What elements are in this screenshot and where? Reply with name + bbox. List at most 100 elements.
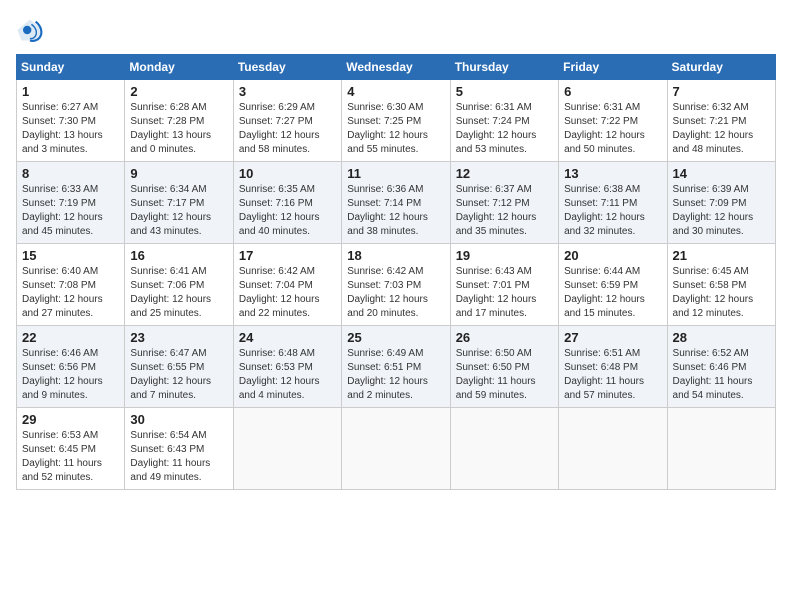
day-number: 12 [456, 166, 553, 181]
day-number: 16 [130, 248, 227, 263]
day-info: Sunrise: 6:54 AMSunset: 6:43 PMDaylight:… [130, 429, 227, 485]
day-number: 17 [239, 248, 336, 263]
calendar-week-row: 15 Sunrise: 6:40 AMSunset: 7:08 PMDayligh… [17, 244, 776, 326]
day-info: Sunrise: 6:43 AMSunset: 7:01 PMDaylight:… [456, 265, 553, 321]
day-info: Sunrise: 6:38 AMSunset: 7:11 PMDaylight:… [564, 183, 661, 239]
day-number: 27 [564, 330, 661, 345]
day-number: 8 [22, 166, 119, 181]
day-number: 11 [347, 166, 444, 181]
calendar-cell: 27 Sunrise: 6:51 AMSunset: 6:48 PMDayligh… [559, 326, 667, 408]
day-number: 14 [673, 166, 770, 181]
calendar-cell: 18 Sunrise: 6:42 AMSunset: 7:03 PMDayligh… [342, 244, 450, 326]
calendar-cell: 28Sunrise: 6:52 AMSunset: 6:46 PMDayligh… [667, 326, 775, 408]
day-number: 6 [564, 84, 661, 99]
calendar-cell: 23Sunrise: 6:47 AMSunset: 6:55 PMDayligh… [125, 326, 233, 408]
calendar-cell: 8 Sunrise: 6:33 AMSunset: 7:19 PMDaylight… [17, 162, 125, 244]
day-number: 1 [22, 84, 119, 99]
calendar-cell: 24 Sunrise: 6:48 AMSunset: 6:53 PMDayligh… [233, 326, 341, 408]
day-info: Sunrise: 6:31 AMSunset: 7:24 PMDaylight:… [456, 101, 553, 157]
day-info: Sunrise: 6:42 AMSunset: 7:03 PMDaylight:… [347, 265, 444, 321]
day-info: Sunrise: 6:33 AMSunset: 7:19 PMDaylight:… [22, 183, 119, 239]
calendar-cell: 10Sunrise: 6:35 AMSunset: 7:16 PMDayligh… [233, 162, 341, 244]
day-number: 13 [564, 166, 661, 181]
calendar-cell: 26 Sunrise: 6:50 AMSunset: 6:50 PMDayligh… [450, 326, 558, 408]
calendar-cell: 6 Sunrise: 6:31 AMSunset: 7:22 PMDaylight… [559, 80, 667, 162]
day-info: Sunrise: 6:50 AMSunset: 6:50 PMDaylight:… [456, 347, 553, 403]
day-number: 7 [673, 84, 770, 99]
day-info: Sunrise: 6:48 AMSunset: 6:53 PMDaylight:… [239, 347, 336, 403]
day-number: 15 [22, 248, 119, 263]
calendar-cell: 11 Sunrise: 6:36 AMSunset: 7:14 PMDayligh… [342, 162, 450, 244]
calendar-cell [559, 408, 667, 490]
day-info: Sunrise: 6:29 AMSunset: 7:27 PMDaylight:… [239, 101, 336, 157]
day-info: Sunrise: 6:40 AMSunset: 7:08 PMDaylight:… [22, 265, 119, 321]
calendar-cell [342, 408, 450, 490]
day-number: 20 [564, 248, 661, 263]
calendar-week-row: 22 Sunrise: 6:46 AMSunset: 6:56 PMDayligh… [17, 326, 776, 408]
calendar-cell: 19 Sunrise: 6:43 AMSunset: 7:01 PMDayligh… [450, 244, 558, 326]
day-number: 3 [239, 84, 336, 99]
column-header-saturday: Saturday [667, 55, 775, 80]
calendar-week-row: 1 Sunrise: 6:27 AMSunset: 7:30 PMDaylight… [17, 80, 776, 162]
day-number: 10 [239, 166, 336, 181]
calendar-cell: 12 Sunrise: 6:37 AMSunset: 7:12 PMDayligh… [450, 162, 558, 244]
column-header-monday: Monday [125, 55, 233, 80]
column-header-tuesday: Tuesday [233, 55, 341, 80]
calendar-cell: 5 Sunrise: 6:31 AMSunset: 7:24 PMDaylight… [450, 80, 558, 162]
day-number: 25 [347, 330, 444, 345]
logo [16, 16, 48, 44]
calendar-cell: 30 Sunrise: 6:54 AMSunset: 6:43 PMDayligh… [125, 408, 233, 490]
day-info: Sunrise: 6:34 AMSunset: 7:17 PMDaylight:… [130, 183, 227, 239]
calendar-header-row: SundayMondayTuesdayWednesdayThursdayFrid… [17, 55, 776, 80]
day-number: 28 [673, 330, 770, 345]
day-number: 22 [22, 330, 119, 345]
calendar-week-row: 29Sunrise: 6:53 AMSunset: 6:45 PMDayligh… [17, 408, 776, 490]
day-info: Sunrise: 6:44 AMSunset: 6:59 PMDaylight:… [564, 265, 661, 321]
calendar-cell [233, 408, 341, 490]
day-number: 24 [239, 330, 336, 345]
day-number: 4 [347, 84, 444, 99]
day-number: 30 [130, 412, 227, 427]
calendar-cell: 17 Sunrise: 6:42 AMSunset: 7:04 PMDayligh… [233, 244, 341, 326]
day-info: Sunrise: 6:45 AMSunset: 6:58 PMDaylight:… [673, 265, 770, 321]
calendar-cell: 15 Sunrise: 6:40 AMSunset: 7:08 PMDayligh… [17, 244, 125, 326]
column-header-sunday: Sunday [17, 55, 125, 80]
calendar-cell: 16 Sunrise: 6:41 AMSunset: 7:06 PMDayligh… [125, 244, 233, 326]
day-info: Sunrise: 6:37 AMSunset: 7:12 PMDaylight:… [456, 183, 553, 239]
calendar-week-row: 8 Sunrise: 6:33 AMSunset: 7:19 PMDaylight… [17, 162, 776, 244]
day-info: Sunrise: 6:30 AMSunset: 7:25 PMDaylight:… [347, 101, 444, 157]
day-number: 5 [456, 84, 553, 99]
day-info: Sunrise: 6:36 AMSunset: 7:14 PMDaylight:… [347, 183, 444, 239]
day-number: 18 [347, 248, 444, 263]
calendar-cell: 29Sunrise: 6:53 AMSunset: 6:45 PMDayligh… [17, 408, 125, 490]
day-number: 9 [130, 166, 227, 181]
calendar-cell [450, 408, 558, 490]
day-info: Sunrise: 6:39 AMSunset: 7:09 PMDaylight:… [673, 183, 770, 239]
day-info: Sunrise: 6:51 AMSunset: 6:48 PMDaylight:… [564, 347, 661, 403]
day-info: Sunrise: 6:47 AMSunset: 6:55 PMDaylight:… [130, 347, 227, 403]
day-number: 26 [456, 330, 553, 345]
calendar-cell: 13 Sunrise: 6:38 AMSunset: 7:11 PMDayligh… [559, 162, 667, 244]
column-header-thursday: Thursday [450, 55, 558, 80]
calendar-cell: 4 Sunrise: 6:30 AMSunset: 7:25 PMDaylight… [342, 80, 450, 162]
page-header [16, 16, 776, 44]
day-number: 19 [456, 248, 553, 263]
day-info: Sunrise: 6:32 AMSunset: 7:21 PMDaylight:… [673, 101, 770, 157]
calendar-cell: 3 Sunrise: 6:29 AMSunset: 7:27 PMDaylight… [233, 80, 341, 162]
day-number: 2 [130, 84, 227, 99]
calendar-cell: 21 Sunrise: 6:45 AMSunset: 6:58 PMDayligh… [667, 244, 775, 326]
day-info: Sunrise: 6:46 AMSunset: 6:56 PMDaylight:… [22, 347, 119, 403]
day-info: Sunrise: 6:27 AMSunset: 7:30 PMDaylight:… [22, 101, 119, 157]
calendar-cell: 1 Sunrise: 6:27 AMSunset: 7:30 PMDaylight… [17, 80, 125, 162]
day-info: Sunrise: 6:53 AMSunset: 6:45 PMDaylight:… [22, 429, 119, 485]
day-number: 21 [673, 248, 770, 263]
calendar-cell: 9 Sunrise: 6:34 AMSunset: 7:17 PMDaylight… [125, 162, 233, 244]
column-header-wednesday: Wednesday [342, 55, 450, 80]
day-info: Sunrise: 6:41 AMSunset: 7:06 PMDaylight:… [130, 265, 227, 321]
day-info: Sunrise: 6:42 AMSunset: 7:04 PMDaylight:… [239, 265, 336, 321]
calendar-cell [667, 408, 775, 490]
calendar-cell: 25Sunrise: 6:49 AMSunset: 6:51 PMDayligh… [342, 326, 450, 408]
logo-icon [16, 16, 44, 44]
day-info: Sunrise: 6:31 AMSunset: 7:22 PMDaylight:… [564, 101, 661, 157]
calendar-cell: 14 Sunrise: 6:39 AMSunset: 7:09 PMDayligh… [667, 162, 775, 244]
